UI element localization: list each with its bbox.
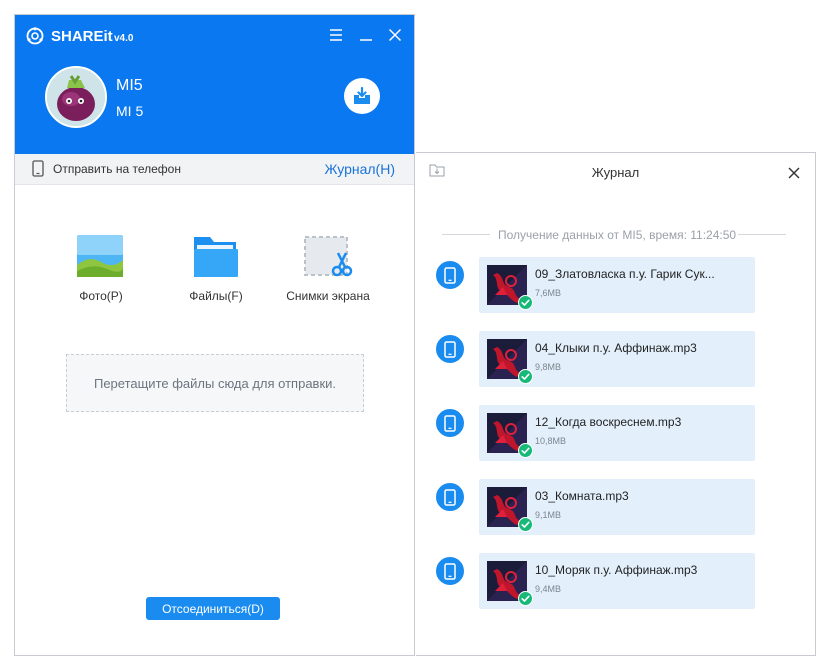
file-name: 12_Когда воскреснем.mp3 [535,415,682,429]
screenshot-icon [304,236,353,277]
file-card[interactable]: 10_Моряк п.у. Аффинаж.mp3 9,4MB [479,553,755,609]
drop-zone-text: Перетащите файлы сюда для отправки. [93,375,337,391]
minimize-icon[interactable] [356,25,376,45]
device-name: MI5 [116,77,143,94]
download-tray-icon [354,87,370,104]
receive-button[interactable] [344,78,380,114]
toolbar: Отправить на телефон Журнал(H) [15,154,414,185]
check-icon [518,443,533,458]
folder-icon [194,237,238,277]
file-name: 03_Комната.mp3 [535,489,629,503]
journal-title: Журнал [591,165,640,180]
phone-icon [444,489,456,506]
device-model: MI 5 [116,103,144,119]
journal-entry: 03_Комната.mp3 9,1MB [436,479,756,537]
journal-panel: Журнал Получение данных от MI5, время: 1… [416,152,816,656]
file-name: 10_Моряк п.у. Аффинаж.mp3 [535,563,698,577]
session-header: Получение данных от MI5, время: 11:24:50 [442,227,786,243]
device-badge [436,409,464,437]
divider [442,234,490,235]
send-to-phone-label[interactable]: Отправить на телефон [53,162,181,176]
divider [738,234,786,235]
session-header-text: Получение данных от MI5, время: 11:24:50 [498,228,737,242]
file-name: 09_Златовласка п.у. Гарик Сук... [535,267,715,281]
menu-icon[interactable] [326,25,346,45]
drop-zone[interactable]: Перетащите файлы сюда для отправки. [66,354,364,412]
file-name: 04_Клыки п.у. Аффинаж.mp3 [535,341,697,355]
file-card[interactable]: 09_Златовласка п.у. Гарик Сук... 7,6MB [479,257,755,313]
journal-entry: 12_Когда воскреснем.mp3 10,8MB [436,405,756,463]
check-icon [518,369,533,384]
avatar[interactable] [45,66,107,128]
check-icon [518,517,533,532]
eggplant-avatar-icon [47,68,105,126]
device-badge [436,335,464,363]
device-badge [436,261,464,289]
header: SHAREit v4.0 MI5 MI 5 [15,15,414,154]
phone-icon [444,415,456,432]
phone-icon [444,267,456,284]
file-size: 7,6MB [535,288,562,298]
tool-photo[interactable]: Фото(P) [71,235,131,303]
close-icon[interactable] [385,25,405,45]
photo-icon [77,235,123,277]
app-title: SHAREit [51,28,113,45]
disconnect-button[interactable]: Отсоединиться(D) [146,597,280,620]
file-size: 9,1MB [535,510,562,520]
device-badge [436,557,464,585]
check-icon [518,591,533,606]
check-icon [518,295,533,310]
journal-entry: 09_Златовласка п.у. Гарик Сук... 7,6MB [436,257,756,315]
tool-screenshots[interactable]: Снимки экрана [281,235,375,303]
tool-files-label: Файлы(F) [189,289,243,303]
app-version: v4.0 [114,33,134,44]
disconnect-label: Отсоединиться(D) [162,601,264,616]
shareit-logo-icon [26,27,44,45]
journal-entry: 04_Клыки п.у. Аффинаж.mp3 9,8MB [436,331,756,389]
device-badge [436,483,464,511]
journal-entry: 10_Моряк п.у. Аффинаж.mp3 9,4MB [436,553,756,611]
phone-icon [444,341,456,358]
main-window: SHAREit v4.0 MI5 MI 5 Отправить на телеф… [14,14,415,656]
tool-files[interactable]: Файлы(F) [186,235,246,303]
file-card[interactable]: 12_Когда воскреснем.mp3 10,8MB [479,405,755,461]
close-icon[interactable] [787,166,801,180]
file-card[interactable]: 04_Клыки п.у. Аффинаж.mp3 9,8MB [479,331,755,387]
file-card[interactable]: 03_Комната.mp3 9,1MB [479,479,755,535]
tool-screenshots-label: Снимки экрана [286,289,370,303]
phone-icon [32,160,44,177]
tool-photo-label: Фото(P) [79,289,123,303]
file-size: 9,8MB [535,362,562,372]
phone-icon [444,563,456,580]
file-size: 10,8MB [535,436,567,446]
journal-link[interactable]: Журнал(H) [324,161,395,177]
file-size: 9,4MB [535,584,562,594]
